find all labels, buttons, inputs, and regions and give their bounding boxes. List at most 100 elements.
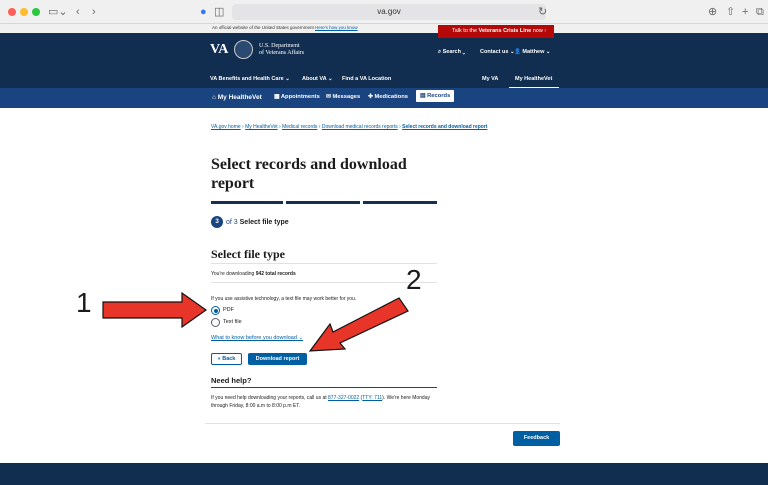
subnav-records[interactable]: ▤ Records — [416, 90, 455, 102]
download-icon[interactable]: ⊕ — [708, 5, 717, 19]
healthevet-subnav: ⌂ My HealtheVet ▦ Appointments ✉ Message… — [0, 88, 768, 108]
subnav-medications-label: Medications — [374, 94, 408, 100]
breadcrumb-separator: › — [242, 124, 244, 130]
forward-arrow-icon[interactable]: › — [92, 5, 96, 19]
user-icon: 👤 — [514, 49, 521, 55]
official-banner: An official website of the United States… — [0, 24, 768, 33]
close-window-icon[interactable] — [8, 8, 16, 16]
breadcrumb-item[interactable]: My HealtheVet — [245, 124, 278, 130]
divider — [211, 263, 437, 264]
user-name: Matthew — [522, 49, 545, 55]
download-count-text: You're downloading 942 total records — [211, 271, 296, 277]
back-button[interactable]: « Back — [211, 353, 242, 365]
page-title: Select records and download report — [211, 156, 407, 192]
back-label: Back — [222, 356, 236, 362]
official-text: An official website of the United States… — [212, 25, 314, 30]
annotation-label-1: 1 — [76, 287, 92, 318]
what-to-know-toggle[interactable]: What to know before you download ⌄ — [211, 335, 303, 341]
text-file-radio[interactable] — [211, 318, 220, 327]
help-text-1: If you need help downloading your report… — [211, 395, 327, 401]
footer-divider — [205, 423, 560, 424]
step-number-badge: 3 — [211, 216, 223, 228]
breadcrumb-current[interactable]: Select records and download report — [402, 124, 487, 130]
progress-segment-1 — [211, 201, 283, 204]
subnav-home-label: My HealtheVet — [217, 94, 262, 101]
nav-my-va[interactable]: My VA — [482, 76, 498, 82]
breadcrumb-separator: › — [318, 124, 321, 130]
chevron-down-icon: ⌄ — [298, 335, 304, 341]
address-bar[interactable]: va.gov — [232, 4, 546, 20]
dept-line-1: U.S. Department — [259, 43, 300, 49]
assistive-tech-note: If you use assistive technology, a text … — [211, 296, 357, 302]
feedback-button[interactable]: Feedback — [513, 431, 560, 446]
download-count: 942 total records — [255, 271, 296, 277]
help-phone-link[interactable]: 877-327-0022 — [328, 395, 359, 401]
tabs-overview-icon[interactable]: ⧉ — [756, 5, 764, 19]
annotation-arrow-1 — [102, 291, 208, 329]
browser-toolbar: ▭⌄ ‹ › ● ◫ va.gov ↻ ⊕ ⇧ + ⧉ — [0, 0, 768, 24]
official-link[interactable]: Here's how you know — [315, 25, 358, 30]
progress-segment-3 — [363, 201, 437, 204]
breadcrumb-item[interactable]: VA.gov home — [211, 124, 241, 130]
subnav-appointments[interactable]: ▦ Appointments — [274, 94, 320, 100]
step-name: Select file type — [239, 219, 289, 226]
new-tab-icon[interactable]: + — [742, 5, 748, 19]
breadcrumb-item[interactable]: Medical records — [282, 124, 317, 130]
sidebar-icon[interactable]: ▭⌄ — [48, 5, 68, 19]
dept-line-2: of Veterans Affairs — [259, 50, 305, 56]
subnav-messages-label: Messages — [332, 94, 361, 100]
search-button[interactable]: ⌕ Search ⌄ — [438, 49, 465, 56]
step-of: of 3 — [226, 219, 238, 226]
subnav-medications[interactable]: ✚ Medications — [368, 94, 408, 100]
section-title: Select file type — [211, 247, 285, 261]
text-file-label[interactable]: Text file — [223, 319, 242, 325]
subnav-home[interactable]: ⌂ My HealtheVet — [212, 94, 262, 101]
nav-benefits-label: VA Benefits and Health Care — [210, 76, 284, 82]
crisis-prefix: Talk to the — [452, 28, 478, 34]
user-menu-button[interactable]: 👤 Matthew ⌄ — [514, 49, 551, 55]
help-tty-link[interactable]: TTY: 711 — [362, 395, 382, 401]
breadcrumb-separator: › — [399, 124, 401, 130]
download-report-button[interactable]: Download report — [248, 353, 307, 365]
nav-find-location[interactable]: Find a VA Location — [342, 76, 391, 82]
nav-about-label: About VA — [302, 76, 327, 82]
breadcrumb-separator: › — [279, 124, 281, 130]
nav-my-healthevet[interactable]: My HealtheVet — [515, 76, 552, 82]
minimize-window-icon[interactable] — [20, 8, 28, 16]
pdf-radio[interactable] — [211, 306, 220, 315]
help-heading: Need help? — [211, 376, 252, 385]
reload-icon[interactable]: ↻ — [538, 5, 547, 19]
main-nav: VA Benefits and Health Care ⌄ About VA ⌄… — [0, 73, 768, 88]
breadcrumb: VA.gov home › My HealtheVet › Medical re… — [211, 124, 487, 130]
department-name: U.S. Department of Veterans Affairs — [259, 43, 304, 57]
crisis-bold: Veterans Crisis Line — [478, 28, 532, 34]
back-arrow-icon[interactable]: ‹ — [76, 5, 80, 19]
reader-icon[interactable]: ◫ — [214, 5, 224, 19]
help-text: If you need help downloading your report… — [211, 395, 430, 409]
nav-benefits[interactable]: VA Benefits and Health Care ⌄ — [210, 76, 290, 82]
crisis-line-button[interactable]: Talk to the Veterans Crisis Line now › — [438, 25, 554, 38]
share-icon[interactable]: ⇧ — [726, 5, 735, 19]
va-seal-icon — [234, 40, 253, 59]
help-divider — [211, 387, 437, 388]
contact-label: Contact us — [480, 49, 509, 55]
download-prefix: You're downloading — [211, 271, 255, 277]
va-logo[interactable]: VA — [210, 42, 228, 58]
subnav-records-label: Records — [427, 93, 451, 99]
zoom-window-icon[interactable] — [32, 8, 40, 16]
annotation-label-2: 2 — [406, 264, 422, 295]
crisis-suffix: now — [532, 28, 543, 34]
subnav-appointments-label: Appointments — [280, 94, 320, 100]
search-label: Search — [442, 49, 461, 55]
subnav-messages[interactable]: ✉ Messages — [326, 94, 360, 100]
nav-about[interactable]: About VA ⌄ — [302, 76, 333, 82]
what-to-know-label: What to know before you download — [211, 335, 297, 341]
progress-segment-2 — [286, 201, 360, 204]
pdf-label[interactable]: PDF — [223, 307, 234, 313]
contact-us-button[interactable]: Contact us ⌄ — [480, 49, 515, 55]
site-footer — [0, 463, 768, 485]
step-indicator: of 3 Select file type — [226, 219, 289, 226]
annotation-arrow-2 — [308, 297, 409, 352]
breadcrumb-item[interactable]: Download medical records reports — [322, 124, 398, 130]
extension-icon[interactable]: ● — [200, 5, 207, 19]
